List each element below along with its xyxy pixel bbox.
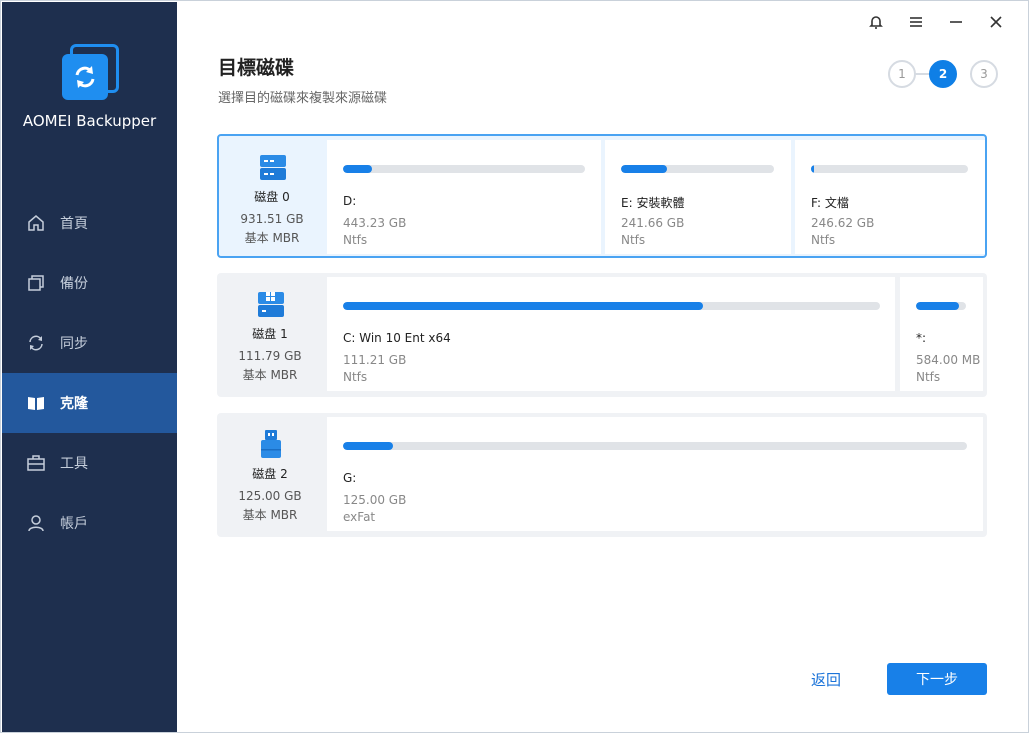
sidebar-nav: 首頁 備份 同步 克隆 工具 帳戶 [2, 193, 177, 553]
disk-row-0[interactable]: 磁盘 0 931.51 GB 基本 MBR D: 443.23 GB Ntfs … [217, 134, 987, 258]
disk-info: 磁盘 0 931.51 GB 基本 MBR [219, 136, 325, 256]
disk-name: 磁盘 0 [254, 190, 290, 204]
app-window: AOMEI Backupper 首頁 備份 同步 克隆 工具 帳戶 目標磁碟 選… [0, 0, 1029, 733]
page-subtitle: 選擇目的磁碟來複製來源磁碟 [218, 91, 388, 106]
partition-filesystem: Ntfs [621, 233, 646, 247]
disk-size: 125.00 GB [238, 489, 302, 503]
usage-fill [343, 442, 393, 450]
app-name: AOMEI Backupper [22, 112, 157, 130]
sidebar-item-label: 克隆 [60, 396, 88, 412]
partition-size: 584.00 MB [916, 353, 981, 367]
usage-fill [916, 302, 959, 310]
sidebar-item-tools[interactable]: 工具 [2, 433, 177, 493]
minimize-button[interactable] [936, 11, 976, 33]
sidebar-item-label: 同步 [60, 336, 88, 352]
toolbox-icon [26, 453, 46, 473]
disk-type: 基本 MBR [244, 231, 300, 245]
disk-type: 基本 MBR [242, 508, 298, 522]
step-2-current: 2 [929, 60, 957, 88]
partition-size: 246.62 GB [811, 216, 875, 230]
partition-filesystem: Ntfs [343, 370, 368, 384]
sidebar-item-sync[interactable]: 同步 [2, 313, 177, 373]
partition-filesystem: Ntfs [811, 233, 836, 247]
close-icon [990, 16, 1002, 28]
windows-disk-icon [258, 292, 284, 317]
hamburger-menu-icon [910, 17, 922, 27]
partition-size: 125.00 GB [343, 493, 407, 507]
usage-fill [343, 302, 703, 310]
usage-bar [811, 165, 968, 173]
backup-icon [26, 273, 46, 293]
sidebar-item-backup[interactable]: 備份 [2, 253, 177, 313]
disk-row-1[interactable]: 磁盘 1 111.79 GB 基本 MBR C: Win 10 Ent x64 … [217, 273, 987, 397]
clone-icon [26, 393, 46, 413]
partition-card[interactable]: F: 文檔 246.62 GB Ntfs [795, 140, 985, 254]
sync-arrows-icon [75, 66, 95, 88]
partition-filesystem: Ntfs [343, 233, 368, 247]
usb-drive-icon [261, 430, 281, 458]
usage-bar [621, 165, 774, 173]
disk-info: 磁盘 2 125.00 GB 基本 MBR [217, 413, 323, 537]
disk-info: 磁盘 1 111.79 GB 基本 MBR [217, 273, 323, 397]
sidebar-item-label: 首頁 [60, 216, 88, 232]
step-1: 1 [888, 60, 916, 88]
partition-filesystem: exFat [343, 510, 376, 524]
sync-icon [26, 333, 46, 353]
disk-size: 931.51 GB [240, 212, 304, 226]
sidebar-item-label: 帳戶 [60, 516, 88, 532]
usage-fill [621, 165, 667, 173]
usage-bar [343, 442, 967, 450]
sidebar: AOMEI Backupper 首頁 備份 同步 克隆 工具 帳戶 [2, 2, 177, 732]
partition-label: *: [916, 331, 927, 345]
usage-bar [916, 302, 966, 310]
disk-type: 基本 MBR [242, 368, 298, 382]
window-controls [856, 11, 1016, 33]
step-indicator: 1 2 3 [888, 60, 998, 88]
next-button[interactable]: 下一步 [887, 663, 987, 695]
minimize-icon [950, 21, 962, 23]
hard-disk-icon [260, 155, 286, 180]
partition-card[interactable]: C: Win 10 Ent x64 111.21 GB Ntfs [327, 277, 895, 391]
partition-label: D: [343, 194, 357, 208]
menu-button[interactable] [896, 11, 936, 33]
partition-card[interactable]: *: 584.00 MB Ntfs [900, 277, 983, 391]
back-button[interactable]: 返回 [811, 669, 841, 690]
disk-name: 磁盘 2 [252, 467, 288, 481]
disk-row-2[interactable]: 磁盘 2 125.00 GB 基本 MBR G: 125.00 GB exFat [217, 413, 987, 537]
partition-filesystem: Ntfs [916, 370, 941, 384]
close-button[interactable] [976, 11, 1016, 33]
step-3: 3 [970, 60, 998, 88]
home-icon [26, 213, 46, 233]
disk-size: 111.79 GB [238, 349, 302, 363]
usage-bar [343, 165, 585, 173]
logo-front-square [62, 54, 108, 100]
partition-size: 443.23 GB [343, 216, 407, 230]
partition-label: E: 安裝軟體 [621, 196, 685, 210]
partition-size: 111.21 GB [343, 353, 407, 367]
partition-card[interactable]: D: 443.23 GB Ntfs [327, 140, 601, 254]
sidebar-item-account[interactable]: 帳戶 [2, 493, 177, 553]
usage-fill [343, 165, 373, 173]
notification-bell-button[interactable] [856, 11, 896, 33]
sidebar-item-home[interactable]: 首頁 [2, 193, 177, 253]
app-logo [62, 44, 120, 102]
partition-label: F: 文檔 [811, 196, 849, 210]
sidebar-item-label: 備份 [60, 276, 88, 292]
sidebar-item-clone[interactable]: 克隆 [2, 373, 177, 433]
partition-label: G: [343, 471, 357, 485]
partition-card[interactable]: E: 安裝軟體 241.66 GB Ntfs [605, 140, 791, 254]
partition-size: 241.66 GB [621, 216, 685, 230]
sidebar-item-label: 工具 [60, 456, 88, 472]
disk-name: 磁盘 1 [252, 327, 288, 341]
usage-fill [811, 165, 815, 173]
bell-icon [869, 16, 883, 29]
user-icon [26, 513, 46, 533]
partition-label: C: Win 10 Ent x64 [343, 331, 451, 345]
partition-card[interactable]: G: 125.00 GB exFat [327, 417, 983, 531]
page-title: 目標磁碟 [218, 57, 295, 79]
usage-bar [343, 302, 880, 310]
